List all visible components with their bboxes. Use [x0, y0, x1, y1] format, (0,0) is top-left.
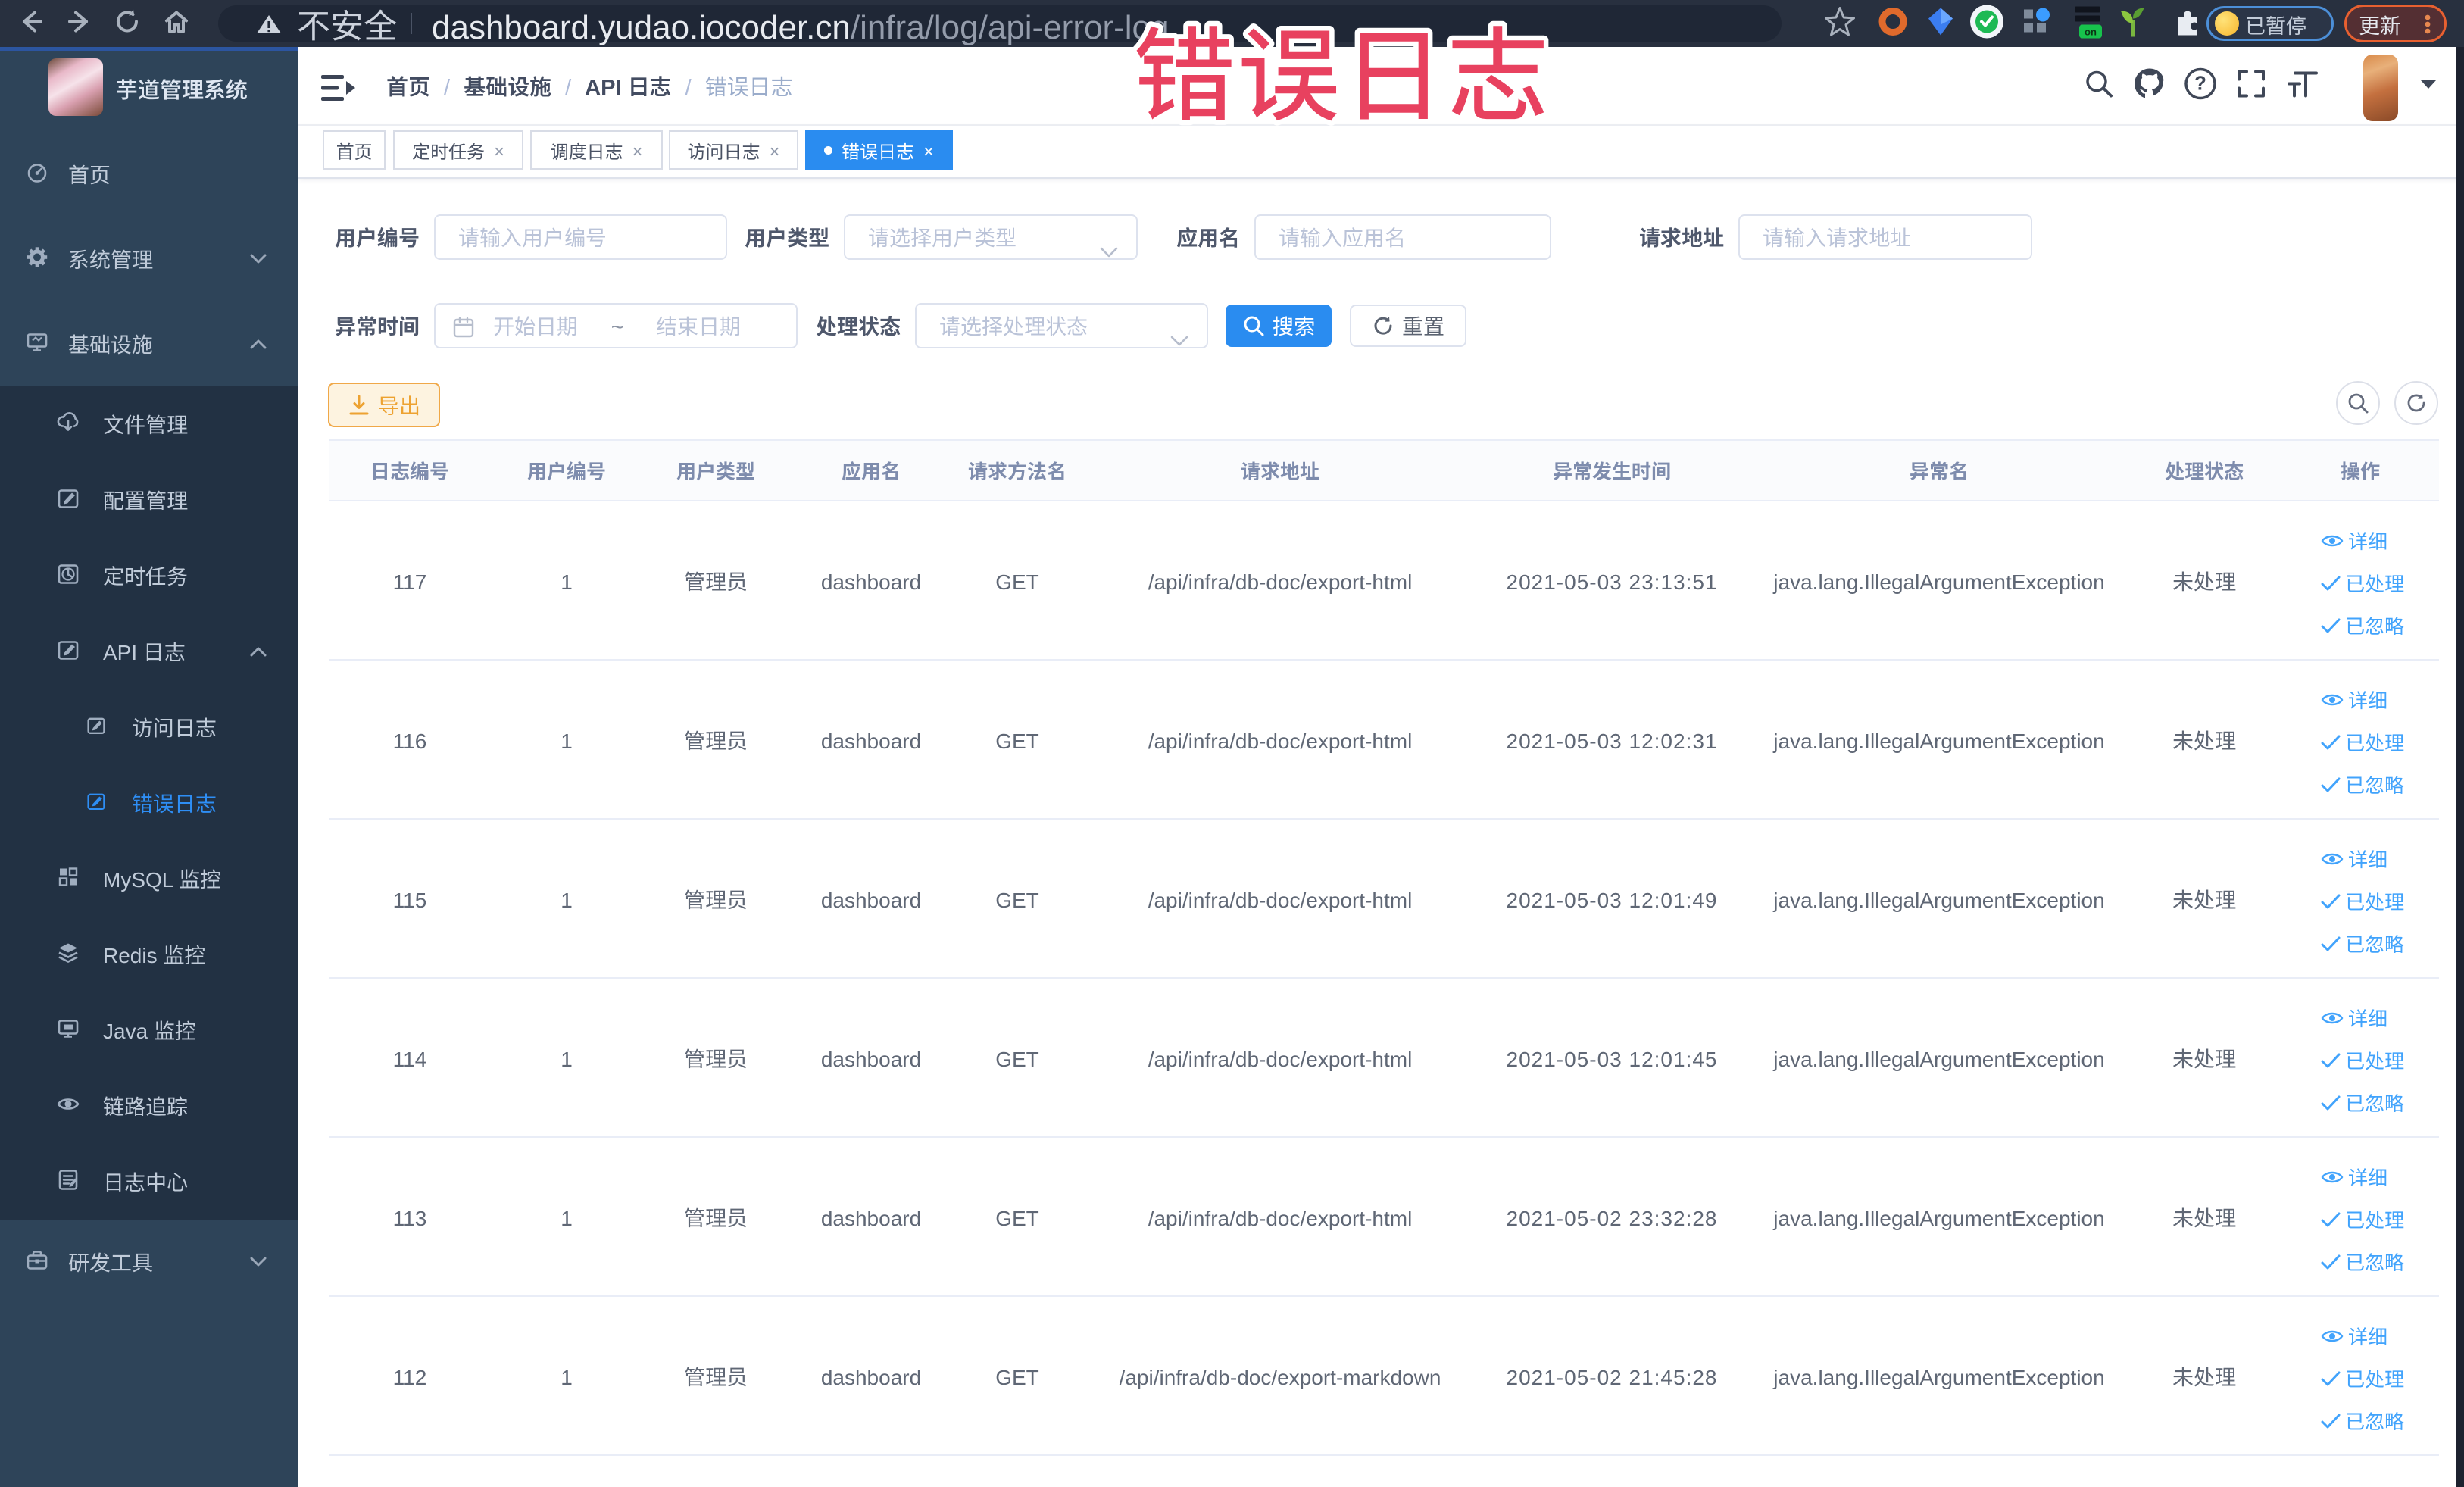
svg-text:错误日志: 错误日志 — [1133, 5, 1551, 137]
svg-text:?: ? — [2194, 72, 2206, 95]
svg-text:on: on — [2085, 27, 2097, 38]
